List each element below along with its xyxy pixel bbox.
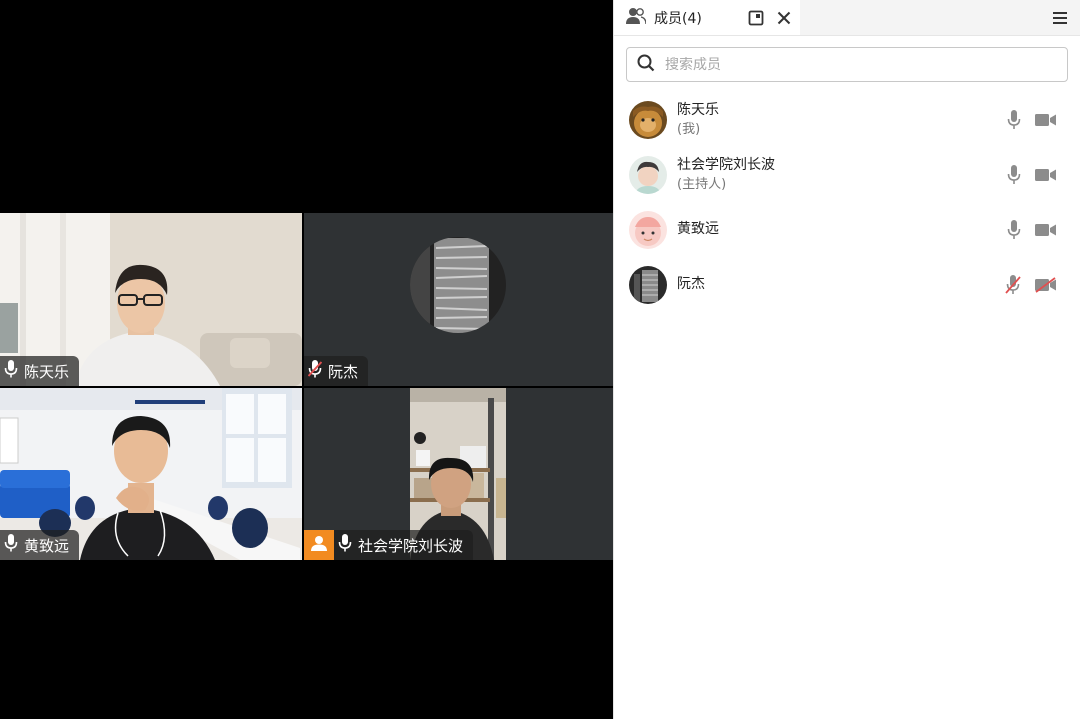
camera-icon[interactable] <box>1035 168 1057 182</box>
member-name: 社会学院刘长波 <box>677 156 775 173</box>
popout-icon <box>748 10 764 25</box>
avatar <box>629 155 667 194</box>
member-search-box[interactable] <box>626 47 1068 82</box>
member-item[interactable]: 社会学院刘长波 (主持人) <box>614 147 1080 202</box>
avatar <box>629 265 667 304</box>
member-role: (我) <box>677 121 701 137</box>
person-icon <box>310 534 328 556</box>
member-item[interactable]: 阮杰 <box>614 257 1080 312</box>
tab-title: 成员(4) <box>654 10 702 27</box>
microphone-muted-icon[interactable] <box>1005 274 1021 295</box>
panel-header: 成员(4) <box>614 0 1080 36</box>
microphone-icon[interactable] <box>1007 164 1021 185</box>
video-tile-chen-tianle[interactable]: 陈天乐 <box>0 213 302 386</box>
video-grid: 陈天乐 阮杰 黄致远 社会学院刘长波 <box>0 0 613 719</box>
members-panel: 成员(4) 陈天乐 (我) <box>613 0 1080 719</box>
member-item[interactable]: 黄致远 <box>614 202 1080 257</box>
microphone-icon[interactable] <box>1007 219 1021 240</box>
tile-participant-name: 阮杰 <box>328 362 359 381</box>
tile-nameplate: 阮杰 <box>304 356 369 386</box>
close-icon <box>777 11 791 24</box>
member-list: 陈天乐 (我) 社会学院刘长波 (主持人) 黄致远 阮杰 <box>614 92 1080 312</box>
member-role: (主持人) <box>677 176 727 192</box>
menu-button[interactable] <box>1040 0 1080 35</box>
popout-button[interactable] <box>746 8 766 28</box>
hamburger-menu-icon <box>1053 11 1067 24</box>
tile-participant-name: 陈天乐 <box>24 362 70 381</box>
microphone-icon <box>4 534 18 556</box>
tile-participant-name: 社会学院刘长波 <box>358 536 464 555</box>
tile-participant-name: 黄致远 <box>24 536 70 555</box>
tile-nameplate: 社会学院刘长波 <box>334 530 474 560</box>
microphone-icon <box>4 360 18 382</box>
tile-nameplate: 陈天乐 <box>0 356 80 386</box>
avatar <box>629 100 667 139</box>
microphone-muted-icon <box>307 360 323 382</box>
camera-icon[interactable] <box>1035 113 1057 127</box>
avatar <box>629 210 667 249</box>
search-input[interactable] <box>665 56 1045 73</box>
member-name: 阮杰 <box>677 276 705 292</box>
members-icon <box>626 7 647 29</box>
host-badge <box>304 530 334 560</box>
camera-off-icon[interactable] <box>1035 276 1057 293</box>
close-button[interactable] <box>774 8 794 28</box>
microphone-icon <box>338 534 352 556</box>
tab-members[interactable]: 成员(4) <box>614 0 800 35</box>
video-tile-liu-changbo[interactable]: 社会学院刘长波 <box>304 388 613 560</box>
member-item[interactable]: 陈天乐 (我) <box>614 92 1080 147</box>
search-icon <box>637 54 655 76</box>
video-tile-ruan-jie[interactable]: 阮杰 <box>304 213 613 386</box>
member-name: 黄致远 <box>677 221 719 237</box>
tile-nameplate: 黄致远 <box>0 530 80 560</box>
video-tile-huang-zhiyuan[interactable]: 黄致远 <box>0 388 302 560</box>
microphone-icon[interactable] <box>1007 109 1021 130</box>
camera-icon[interactable] <box>1035 223 1057 237</box>
member-name: 陈天乐 <box>677 101 719 118</box>
